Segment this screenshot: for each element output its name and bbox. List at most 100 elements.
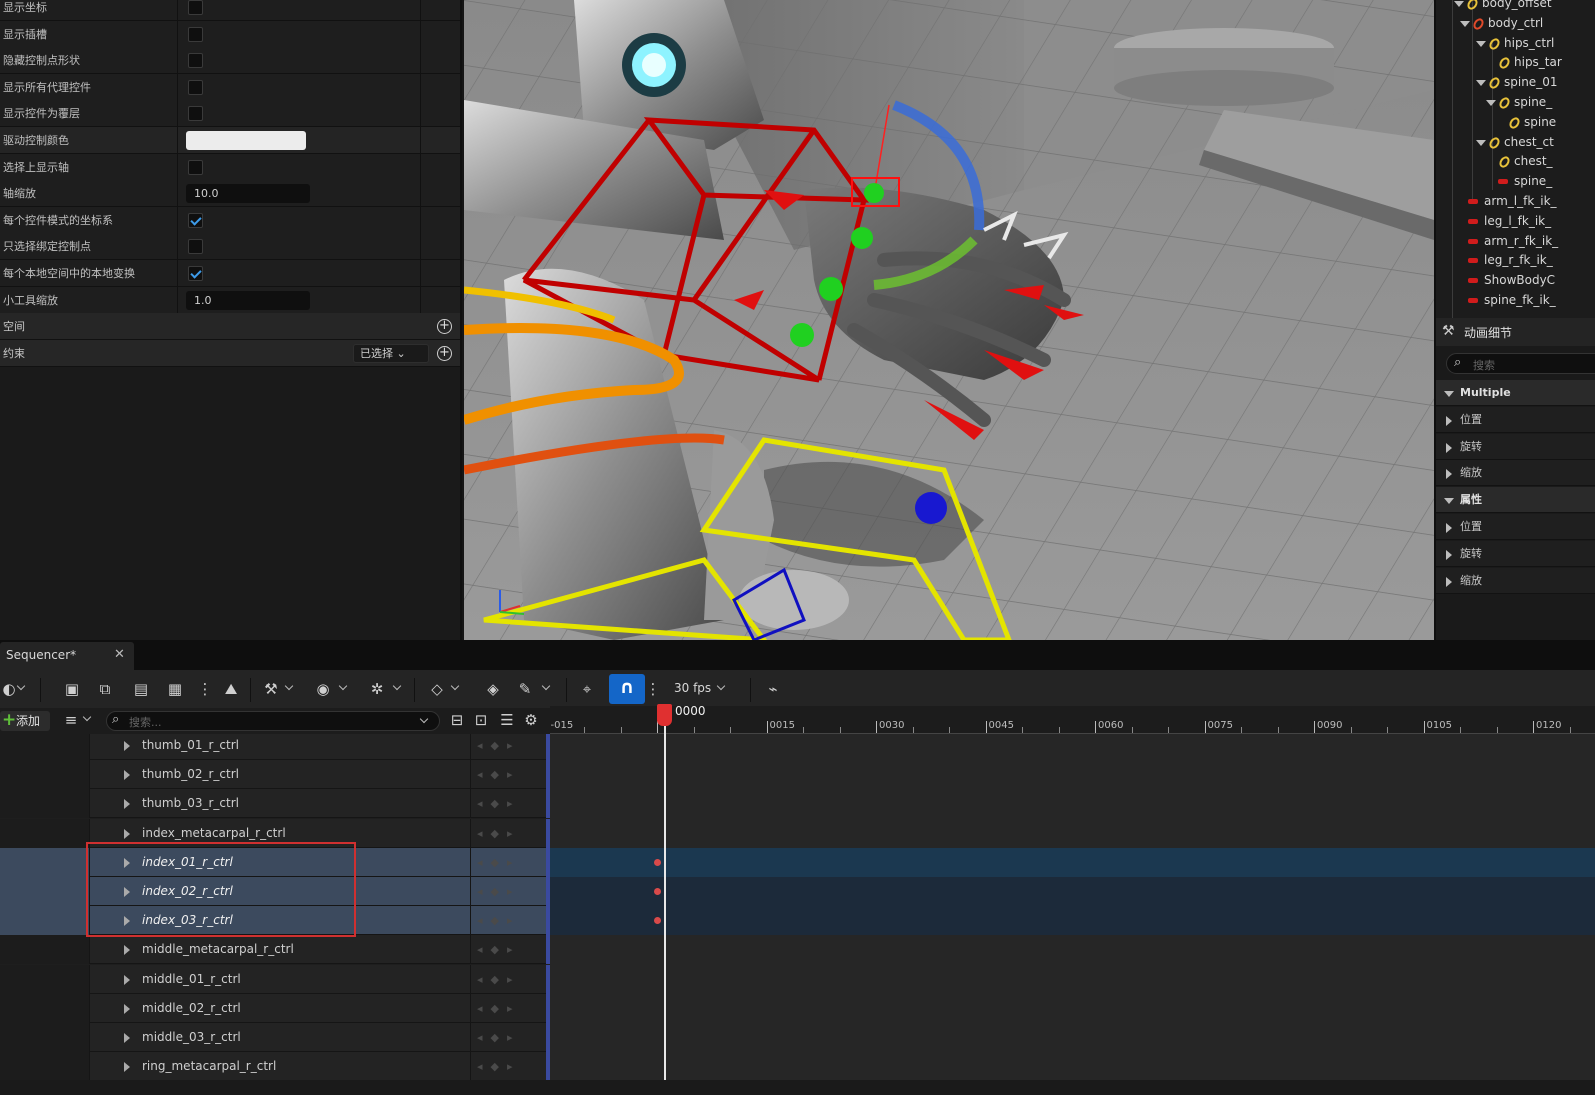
key-navigation-icons[interactable]: ◂◆▸ xyxy=(470,993,546,1023)
outliner-item[interactable]: spine_ xyxy=(1436,172,1595,192)
expand-arrow-icon[interactable] xyxy=(1446,549,1452,560)
expand-arrow-icon[interactable] xyxy=(1486,100,1496,106)
more-options-icon[interactable]: ⋮ xyxy=(196,680,214,698)
outliner-item[interactable]: arm_l_fk_ik_ xyxy=(1436,192,1595,212)
track-row[interactable]: index_metacarpal_r_ctrl ◂◆▸ xyxy=(0,818,550,848)
details-color-swatch[interactable] xyxy=(186,131,306,150)
expand-arrow-icon[interactable] xyxy=(124,857,130,868)
eye-icon[interactable]: ◉ xyxy=(314,680,332,698)
expand-arrow-icon[interactable] xyxy=(124,828,130,839)
expand-arrow-icon[interactable] xyxy=(1476,40,1486,47)
chevron-down-icon[interactable] xyxy=(284,681,294,691)
add-space-icon[interactable]: + xyxy=(437,319,452,335)
chevron-down-icon[interactable] xyxy=(392,681,402,691)
expand-arrow-icon[interactable] xyxy=(124,974,130,985)
key-all-icon[interactable]: ◈ xyxy=(484,680,502,698)
anim-details-item[interactable]: 旋转 xyxy=(1436,433,1595,460)
tab-sequencer[interactable]: Sequencer* ✕ xyxy=(0,642,134,670)
expand-arrow-icon[interactable] xyxy=(124,799,130,810)
fps-dropdown[interactable]: 30 fps xyxy=(674,681,711,695)
key-navigation-icons[interactable]: ◂◆▸ xyxy=(470,877,546,906)
snap-magnet-button[interactable]: ∩ xyxy=(609,674,645,704)
timeline-ruler[interactable]: -015 0015 0030 0045 0060 0075 0090 0105 0120 xyxy=(550,706,1595,734)
wrench-icon[interactable]: ⚒ xyxy=(262,680,280,698)
chevron-down-icon[interactable] xyxy=(716,681,726,691)
expand-arrow-icon[interactable] xyxy=(1446,523,1452,533)
expand-arrow-icon[interactable] xyxy=(1446,415,1452,426)
timeline-row[interactable] xyxy=(550,1023,1595,1052)
track-row[interactable]: middle_03_r_ctrl ◂◆▸ xyxy=(0,1023,550,1052)
timeline-row[interactable] xyxy=(550,819,1595,848)
outliner-item[interactable]: body_offset xyxy=(1436,0,1595,14)
chevron-down-icon[interactable] xyxy=(450,681,460,691)
timeline-row[interactable] xyxy=(550,965,1595,994)
world-icon[interactable]: ◐ xyxy=(0,680,18,698)
details-checkbox[interactable] xyxy=(188,53,203,69)
expand-arrow-icon[interactable] xyxy=(1446,442,1452,453)
track-search-input[interactable]: ⌕ 搜索... xyxy=(106,711,440,731)
curve-editor-icon[interactable]: ⌁ xyxy=(764,680,782,698)
timeline-row[interactable] xyxy=(550,734,1595,760)
details-checkbox[interactable] xyxy=(188,266,203,281)
timeline-row[interactable] xyxy=(550,877,1595,906)
timeline-row[interactable] xyxy=(550,994,1595,1023)
track-row[interactable]: middle_metacarpal_r_ctrl ◂◆▸ xyxy=(0,935,550,965)
expand-arrow-icon[interactable] xyxy=(124,945,130,956)
add-constraint-icon[interactable]: + xyxy=(437,345,452,361)
track-row[interactable]: middle_02_r_ctrl ◂◆▸ xyxy=(0,993,550,1023)
outliner-item[interactable]: spine xyxy=(1436,113,1595,133)
anim-details-item[interactable]: 位置 xyxy=(1436,406,1595,433)
outliner-item[interactable]: ShowBodyC xyxy=(1436,271,1595,291)
expand-arrow-icon[interactable] xyxy=(124,1033,130,1043)
track-row[interactable]: index_01_r_ctrl ◂◆▸ xyxy=(0,847,550,877)
timeline-row[interactable] xyxy=(550,1052,1595,1080)
timeline-row[interactable] xyxy=(550,935,1595,964)
camera-icon[interactable]: ▤ xyxy=(132,680,150,698)
keyframe[interactable] xyxy=(654,858,661,866)
outliner-item[interactable]: hips_ctrl xyxy=(1436,34,1595,54)
close-icon[interactable]: ✕ xyxy=(114,647,125,662)
add-track-button[interactable]: 添加 xyxy=(0,710,50,731)
track-row[interactable]: thumb_02_r_ctrl ◂◆▸ xyxy=(0,760,550,790)
list-icon[interactable]: ☰ xyxy=(498,711,516,729)
expand-arrow-icon[interactable] xyxy=(1446,469,1452,480)
key-navigation-icons[interactable]: ◂◆▸ xyxy=(470,1023,546,1052)
track-row[interactable]: middle_01_r_ctrl ◂◆▸ xyxy=(0,964,550,994)
key-navigation-icons[interactable]: ◂◆▸ xyxy=(470,1052,546,1080)
chevron-down-icon[interactable] xyxy=(82,712,92,722)
chevron-down-icon[interactable] xyxy=(419,714,429,724)
anim-details-item[interactable]: 缩放 xyxy=(1436,460,1595,487)
marker-pin-icon[interactable]: ⌖ xyxy=(578,680,596,698)
keyframe[interactable] xyxy=(654,888,661,895)
collapse-icon[interactable]: ⊟ xyxy=(448,711,466,729)
outliner-item[interactable]: arm_r_fk_ik_ xyxy=(1436,232,1595,252)
details-checkbox[interactable] xyxy=(188,212,203,228)
chevron-down-icon[interactable] xyxy=(16,681,26,691)
outliner-item[interactable]: chest_ xyxy=(1436,152,1595,172)
details-checkbox[interactable] xyxy=(188,106,203,122)
details-checkbox[interactable] xyxy=(188,0,203,15)
timeline-row[interactable] xyxy=(550,760,1595,789)
key-navigation-icons[interactable]: ◂◆▸ xyxy=(470,789,546,819)
track-row[interactable]: thumb_03_r_ctrl ◂◆▸ xyxy=(0,789,550,819)
more-options-icon[interactable]: ⋮ xyxy=(644,680,662,698)
track-row[interactable]: ring_metacarpal_r_ctrl ◂◆▸ xyxy=(0,1052,550,1080)
expand-arrow-icon[interactable] xyxy=(1476,139,1486,146)
details-checkbox[interactable] xyxy=(188,159,203,175)
outliner-item[interactable]: chest_ct xyxy=(1436,133,1595,153)
outliner-item[interactable]: body_ctrl xyxy=(1436,14,1595,34)
chevron-down-icon[interactable] xyxy=(541,681,551,691)
outliner-item[interactable]: hips_tar xyxy=(1436,53,1595,73)
anim-details-item[interactable]: 旋转 xyxy=(1436,540,1595,567)
key-navigation-icons[interactable]: ◂◆▸ xyxy=(470,906,546,936)
key-navigation-icons[interactable]: ◂◆▸ xyxy=(470,734,546,760)
gear-icon[interactable]: ⚙ xyxy=(522,711,540,729)
save-icon[interactable]: ▣ xyxy=(63,680,81,698)
expand-arrow-icon[interactable] xyxy=(1454,1,1464,7)
collapse-arrow-icon[interactable] xyxy=(1444,498,1454,505)
details-checkbox[interactable] xyxy=(188,79,203,95)
key-navigation-icons[interactable]: ◂◆▸ xyxy=(470,818,546,848)
playhead-handle[interactable] xyxy=(657,704,672,726)
key-navigation-icons[interactable]: ◂◆▸ xyxy=(470,847,546,877)
expand-arrow-icon[interactable] xyxy=(124,741,130,751)
